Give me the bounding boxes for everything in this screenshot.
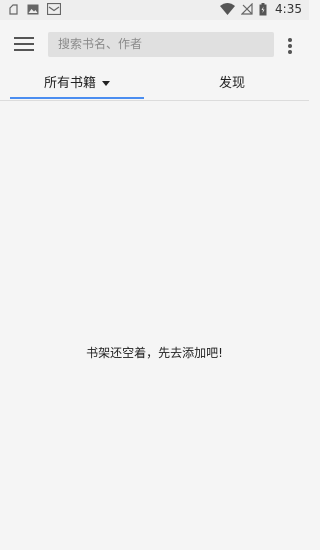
status-right-icons: 4:35 xyxy=(220,2,302,16)
toolbar xyxy=(0,20,309,68)
status-time: 4:35 xyxy=(275,2,302,16)
mail-icon xyxy=(47,3,61,15)
active-tab-indicator xyxy=(10,97,144,99)
status-bar: 4:35 xyxy=(0,0,309,20)
no-signal-icon xyxy=(241,3,253,15)
notification-icon xyxy=(8,3,19,15)
tab-discover[interactable]: 发现 xyxy=(155,68,309,100)
more-options-icon[interactable] xyxy=(287,38,293,54)
tab-bar: 所有书籍 发现 xyxy=(0,68,309,101)
search-input[interactable] xyxy=(48,32,274,57)
dropdown-arrow-icon xyxy=(102,81,110,86)
tab-all-books[interactable]: 所有书籍 xyxy=(10,68,144,100)
battery-icon xyxy=(259,2,267,16)
tab-all-books-label: 所有书籍 xyxy=(43,76,96,91)
empty-shelf-message: 书架还空着，先去添加吧! xyxy=(86,346,223,360)
image-icon xyxy=(27,4,39,15)
wifi-icon xyxy=(220,3,236,15)
tab-discover-label: 发现 xyxy=(218,76,245,91)
menu-icon[interactable] xyxy=(14,37,34,52)
status-left-icons xyxy=(8,3,61,15)
